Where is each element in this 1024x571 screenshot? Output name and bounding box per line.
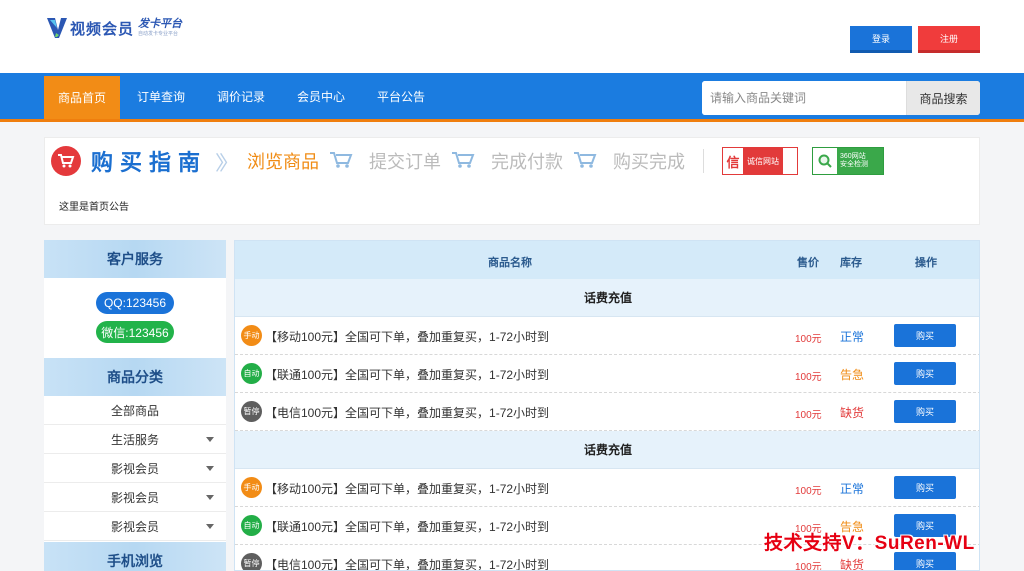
search-input[interactable] bbox=[702, 81, 906, 115]
search-button[interactable]: 商品搜索 bbox=[906, 81, 980, 115]
integrity-icon: 信 bbox=[726, 154, 740, 170]
trust-badge-2-line1: 360网站 bbox=[840, 152, 866, 160]
top-header: 视频会员 发卡平台 自动发卡专业平台 登录 注册 bbox=[0, 0, 1024, 73]
trust-badge-2-line2: 安全检测 bbox=[840, 161, 869, 168]
nav-item-announcement[interactable]: 平台公告 bbox=[368, 73, 434, 119]
buy-guide: 购买指南 〉〉 浏览商品 提交订单 完成付款 购买完成 信 诚信网站 360网站… bbox=[44, 137, 980, 225]
col-header-action: 操作 bbox=[915, 257, 937, 269]
logo-v-icon bbox=[46, 16, 68, 40]
product-name[interactable]: 【联通100元】全国可下单，叠加重复买，1-72小时到 bbox=[265, 366, 549, 383]
category-item-video-member[interactable]: 影视会员 bbox=[44, 454, 226, 483]
category-label: 影视会员 bbox=[110, 490, 159, 505]
buy-button[interactable]: 购买 bbox=[894, 362, 956, 385]
stock-status: 告急 bbox=[840, 368, 865, 382]
status-badge: 自动 bbox=[241, 363, 262, 384]
guide-step-browse: 浏览商品 bbox=[247, 152, 320, 172]
register-button[interactable]: 注册 bbox=[918, 26, 980, 53]
table-header: 商品名称 售价 库存 操作 bbox=[235, 241, 979, 279]
buy-button[interactable]: 购买 bbox=[894, 476, 956, 499]
product-name[interactable]: 【移动100元】全国可下单，叠加重复买，1-72小时到 bbox=[265, 328, 549, 345]
product-name[interactable]: 【电信100元】全国可下单，叠加重复买，1-72小时到 bbox=[265, 404, 549, 421]
category-item-all[interactable]: 全部商品 bbox=[44, 396, 226, 425]
main-nav: 商品首页 订单查询 调价记录 会员中心 平台公告 商品搜索 bbox=[0, 73, 1024, 122]
double-arrow-icon: 〉〉 bbox=[215, 152, 239, 175]
cart-step-icon bbox=[573, 151, 597, 172]
category-label: 生活服务 bbox=[110, 432, 159, 447]
wechat-contact-button[interactable]: 微信:123456 bbox=[96, 321, 174, 343]
stock-status: 缺货 bbox=[840, 406, 865, 420]
status-badge: 手动 bbox=[241, 477, 262, 498]
product-name[interactable]: 【电信100元】全国可下单，叠加重复买，1-72小时到 bbox=[265, 556, 549, 570]
product-price: 100元 bbox=[795, 372, 822, 383]
table-row: 手动 【移动100元】全国可下单，叠加重复买，1-72小时到 100元 正常 购… bbox=[235, 317, 979, 355]
category-label: 影视会员 bbox=[110, 461, 159, 476]
category-item-video-member[interactable]: 影视会员 bbox=[44, 512, 226, 541]
trust-badge-integrity[interactable]: 信 诚信网站 bbox=[722, 147, 799, 175]
product-group-title: 话费充值 bbox=[235, 431, 979, 469]
category-item-life-service[interactable]: 生活服务 bbox=[44, 425, 226, 454]
nav-item-member-center[interactable]: 会员中心 bbox=[288, 73, 354, 119]
trust-badge-1-label: 诚信网站 bbox=[743, 148, 784, 174]
nav-item-home[interactable]: 商品首页 bbox=[44, 76, 120, 119]
trust-badge-2-text: 360网站 安全检测 bbox=[837, 153, 868, 170]
caret-down-icon bbox=[206, 524, 214, 529]
cart-step-icon bbox=[329, 151, 353, 172]
table-row: 手动 【移动100元】全国可下单，叠加重复买，1-72小时到 100元 正常 购… bbox=[235, 469, 979, 507]
col-header-price: 售价 bbox=[797, 257, 819, 269]
product-price: 100元 bbox=[795, 410, 822, 421]
category-heading: 商品分类 bbox=[44, 358, 226, 396]
col-header-name: 商品名称 bbox=[488, 257, 532, 269]
status-badge: 暂停 bbox=[241, 401, 262, 422]
category-item-video-member[interactable]: 影视会员 bbox=[44, 483, 226, 512]
magnifier-shield-icon bbox=[813, 148, 838, 174]
caret-down-icon bbox=[206, 437, 214, 442]
customer-service-heading: 客户服务 bbox=[44, 240, 226, 278]
guide-step-complete: 购买完成 bbox=[613, 152, 686, 172]
status-badge: 暂停 bbox=[241, 553, 262, 570]
buy-button[interactable]: 购买 bbox=[894, 324, 956, 347]
table-row: 暂停 【电信100元】全国可下单，叠加重复买，1-72小时到 100元 缺货 购… bbox=[235, 393, 979, 431]
guide-title: 购买指南 bbox=[91, 150, 208, 175]
nav-item-price-log[interactable]: 调价记录 bbox=[208, 73, 274, 119]
category-label: 全部商品 bbox=[110, 403, 159, 418]
caret-down-icon bbox=[206, 466, 214, 471]
logo-text: 视频会员 bbox=[70, 20, 135, 38]
search-box: 商品搜索 bbox=[702, 81, 980, 115]
site-logo[interactable]: 视频会员 发卡平台 自动发卡专业平台 bbox=[46, 16, 182, 40]
sidebar: 客户服务 QQ:123456 微信:123456 商品分类 全部商品 生活服务 … bbox=[44, 240, 226, 571]
logo-sub-tiny: 自动发卡专业平台 bbox=[138, 31, 179, 37]
cart-step-icon bbox=[451, 151, 475, 172]
stock-status: 正常 bbox=[840, 482, 865, 496]
product-group-title: 话费充值 bbox=[235, 279, 979, 317]
status-badge: 自动 bbox=[241, 515, 262, 536]
logo-subtitle: 发卡平台 自动发卡专业平台 bbox=[138, 19, 182, 37]
cart-icon bbox=[51, 146, 81, 176]
stock-status: 缺货 bbox=[840, 558, 865, 571]
guide-step-submit: 提交订单 bbox=[369, 152, 442, 172]
product-table: 商品名称 售价 库存 操作 话费充值 手动 【移动100元】全国可下单，叠加重复… bbox=[234, 240, 980, 571]
nav-item-order-query[interactable]: 订单查询 bbox=[128, 73, 194, 119]
table-row: 自动 【联通100元】全国可下单，叠加重复买，1-72小时到 100元 告急 购… bbox=[235, 355, 979, 393]
mobile-browse-heading: 手机浏览 bbox=[44, 542, 226, 571]
divider bbox=[703, 149, 705, 173]
login-button[interactable]: 登录 bbox=[850, 26, 912, 53]
product-name[interactable]: 【联通100元】全国可下单，叠加重复买，1-72小时到 bbox=[265, 518, 549, 535]
guide-row: 购买指南 〉〉 浏览商品 提交订单 完成付款 购买完成 信 诚信网站 360网站… bbox=[51, 144, 885, 178]
homepage-notice: 这里是首页公告 bbox=[59, 202, 129, 213]
stock-status: 正常 bbox=[840, 330, 865, 344]
logo-sub-main: 发卡平台 bbox=[138, 18, 183, 30]
product-price: 100元 bbox=[795, 562, 822, 571]
caret-down-icon bbox=[206, 495, 214, 500]
qq-contact-button[interactable]: QQ:123456 bbox=[96, 292, 174, 314]
status-badge: 手动 bbox=[241, 325, 262, 346]
guide-step-pay: 完成付款 bbox=[491, 152, 564, 172]
category-label: 影视会员 bbox=[110, 519, 159, 534]
product-name[interactable]: 【移动100元】全国可下单，叠加重复买，1-72小时到 bbox=[265, 480, 549, 497]
col-header-stock: 库存 bbox=[840, 257, 862, 269]
product-price: 100元 bbox=[795, 486, 822, 497]
tech-support-watermark: 技术支持V：SuRen-WL bbox=[764, 533, 975, 554]
buy-button[interactable]: 购买 bbox=[894, 400, 956, 423]
product-price: 100元 bbox=[795, 334, 822, 345]
trust-badge-360[interactable]: 360网站 安全检测 bbox=[812, 147, 885, 175]
